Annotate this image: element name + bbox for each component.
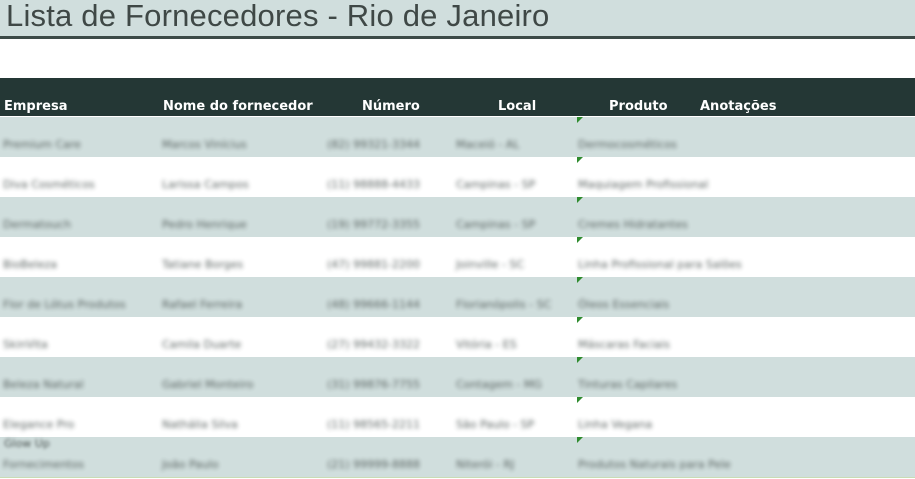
cell-fornecedor[interactable]: Gabriel Monteiro — [162, 378, 254, 391]
cell-local[interactable]: Campinas - SP — [456, 178, 535, 191]
cell-empresa[interactable]: SkinVita — [3, 338, 48, 351]
table-row[interactable]: Premium Care Marcos Vinícius (82) 99321-33… — [0, 117, 915, 158]
comment-indicator-icon[interactable] — [577, 397, 583, 403]
column-header-empresa[interactable]: Empresa — [4, 99, 67, 114]
cell-empresa[interactable]: Flor de Lótus Produtos — [3, 298, 126, 311]
column-header-produto[interactable]: Produto — [609, 99, 668, 114]
comment-indicator-icon[interactable] — [577, 277, 583, 283]
table-row[interactable]: SkinVita Camila Duarte (27) 99432-3322 Vitó… — [0, 317, 915, 358]
cell-fornecedor[interactable]: Camila Duarte — [162, 338, 241, 351]
table-row[interactable]: BioBeleza Tatiane Borges (47) 99881-2200 Jo… — [0, 237, 915, 278]
cell-local[interactable]: São Paulo - SP — [456, 418, 534, 431]
cell-empresa[interactable]: Dermatouch — [3, 218, 71, 231]
comment-indicator-icon[interactable] — [577, 317, 583, 323]
cell-produto[interactable]: Produtos Naturais para Pele — [578, 458, 731, 471]
comment-indicator-icon[interactable] — [577, 357, 583, 363]
cell-local[interactable]: Vitória - ES — [456, 338, 517, 351]
cell-empresa[interactable]: BioBeleza — [3, 258, 57, 271]
cell-fornecedor[interactable]: João Paulo — [162, 458, 219, 471]
cell-empresa[interactable]: Fornecimentos — [3, 458, 84, 471]
cell-numero[interactable]: (19) 99772-3355 — [327, 218, 420, 231]
comment-indicator-icon[interactable] — [577, 437, 583, 443]
cell-fornecedor[interactable]: Larissa Campos — [162, 178, 249, 191]
table-row[interactable]: Dermatouch Pedro Henrique (19) 99772-3355 C… — [0, 197, 915, 238]
cell-fornecedor[interactable]: Pedro Henrique — [162, 218, 247, 231]
cell-local[interactable]: Maceió - AL — [456, 138, 519, 151]
cell-empresa[interactable]: Elegance Pro — [3, 418, 74, 431]
cell-empresa[interactable]: Premium Care — [3, 138, 81, 151]
table-row[interactable]: Fornecimentos João Paulo (21) 99999-8888 Ni… — [0, 437, 915, 478]
comment-indicator-icon[interactable] — [577, 157, 583, 163]
title-bar: Lista de Fornecedores - Rio de Janeiro — [0, 0, 915, 39]
cell-local[interactable]: Niterói - RJ — [456, 458, 514, 471]
table-row[interactable]: Beleza Natural Gabriel Monteiro (31) 99876… — [0, 357, 915, 398]
cell-fornecedor[interactable]: Tatiane Borges — [162, 258, 243, 271]
cell-local[interactable]: Contagem - MG — [456, 378, 542, 391]
cell-numero[interactable]: (27) 99432-3322 — [327, 338, 420, 351]
column-header-fornecedor[interactable]: Nome do fornecedor — [163, 99, 313, 114]
table-row[interactable]: Flor de Lótus Produtos Rafael Ferreira (48… — [0, 277, 915, 318]
cell-local[interactable]: Joinville - SC — [456, 258, 524, 271]
cell-produto[interactable]: Cremes Hidratantes — [578, 218, 688, 231]
cell-numero[interactable]: (21) 99999-8888 — [327, 458, 420, 471]
cell-numero[interactable]: (48) 99666-1144 — [327, 298, 420, 311]
cell-local[interactable]: Florianópolis - SC — [456, 298, 551, 311]
cell-produto[interactable]: Maquiagem Profissional — [578, 178, 708, 191]
sheet-title: Lista de Fornecedores - Rio de Janeiro — [6, 0, 550, 33]
column-header-local[interactable]: Local — [498, 99, 536, 114]
cell-produto[interactable]: Linha Profissional para Salões — [578, 258, 742, 271]
cell-fornecedor[interactable]: Rafael Ferreira — [162, 298, 242, 311]
cell-numero[interactable]: (82) 99321-3344 — [327, 138, 420, 151]
table-row[interactable]: Diva Cosméticos Larissa Campos (11) 98888-… — [0, 157, 915, 198]
cell-empresa[interactable]: Diva Cosméticos — [3, 178, 95, 191]
cell-fornecedor[interactable]: Marcos Vinícius — [162, 138, 247, 151]
column-header-anotacoes[interactable]: Anotações — [700, 99, 776, 114]
column-header-numero[interactable]: Número — [362, 99, 420, 114]
cell-produto[interactable]: Tinturas Capilares — [578, 378, 677, 391]
cell-numero[interactable]: (11) 98888-4433 — [327, 178, 420, 191]
table-row[interactable]: Elegance Pro Nathália Silva (11) 98565-221… — [0, 397, 915, 438]
cell-numero[interactable]: (11) 98565-2211 — [327, 418, 420, 431]
cell-produto[interactable]: Dermocosméticos — [578, 138, 677, 151]
comment-indicator-icon[interactable] — [577, 117, 583, 123]
cell-local[interactable]: Campinas - SP — [456, 218, 535, 231]
cell-numero[interactable]: (47) 99881-2200 — [327, 258, 420, 271]
cell-produto[interactable]: Linha Vegana — [578, 418, 652, 431]
table-header — [0, 78, 915, 116]
cell-produto[interactable]: Máscaras Faciais — [578, 338, 670, 351]
cell-fornecedor[interactable]: Nathália Silva — [162, 418, 238, 431]
cell-numero[interactable]: (31) 99876-7755 — [327, 378, 420, 391]
cell-empresa[interactable]: Beleza Natural — [3, 378, 84, 391]
comment-indicator-icon[interactable] — [577, 237, 583, 243]
cell-produto[interactable]: Óleos Essenciais — [578, 298, 669, 311]
overflow-cell-text: Glow Up — [4, 437, 50, 450]
comment-indicator-icon[interactable] — [577, 197, 583, 203]
